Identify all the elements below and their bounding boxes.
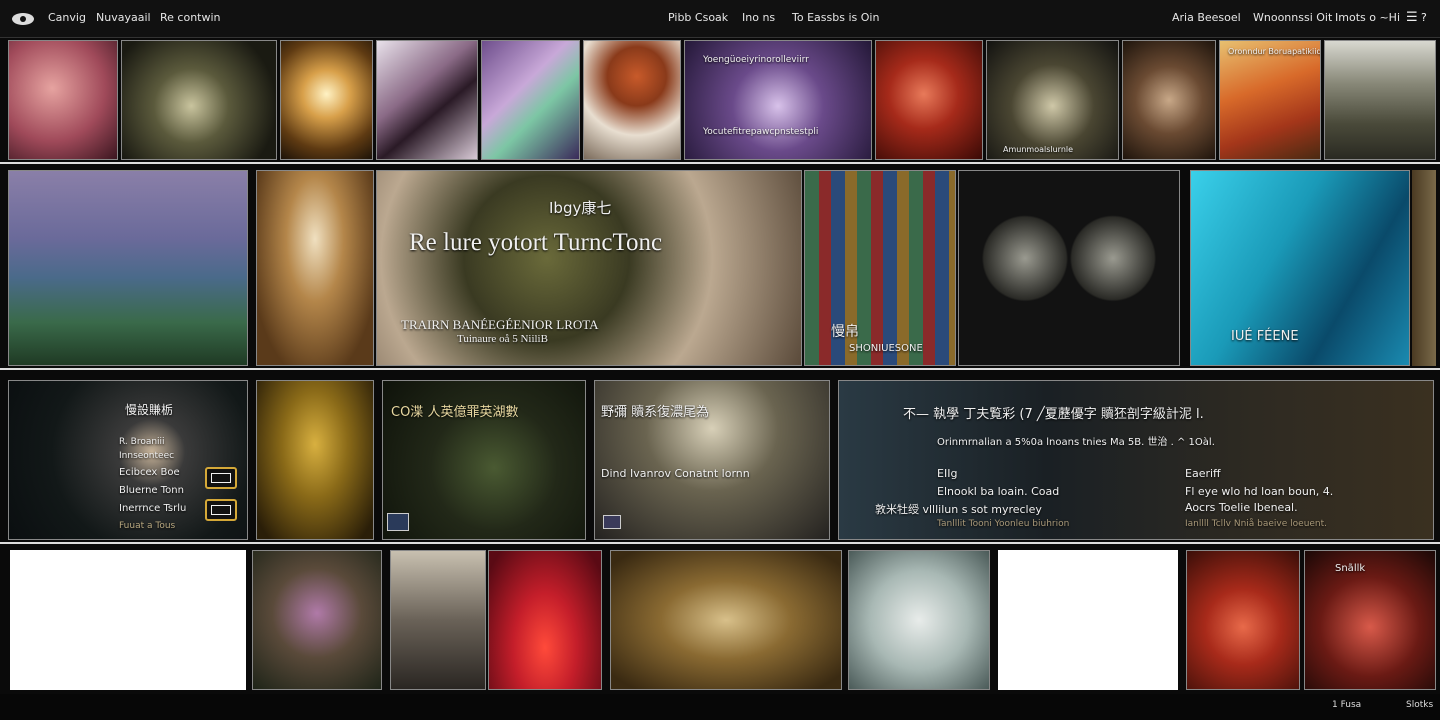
crimson-poster-caption: Oronndur Boruapatikiiqu	[1228, 47, 1321, 56]
thumbnail-violet-collage[interactable]	[481, 40, 580, 160]
thumbnail-golden-trees[interactable]	[610, 550, 842, 690]
nav-link-pibb-csoak[interactable]: Pibb Csoak	[668, 11, 728, 24]
red-temple-caption: Snãllk	[1335, 563, 1366, 574]
thumbnail-desert-light[interactable]	[256, 170, 374, 366]
wide-card-left-line-2: 敦米牡绶 vlllilun s sot myrecley	[875, 503, 1042, 516]
hero-subtitle: TRAIRN BANÉEGÉENIOR LROTA	[401, 317, 599, 332]
card-spiral[interactable]: CO渫 人英億罪英湖數	[382, 380, 586, 540]
top-navigation-bar: Canvig Nuvayaail Re contwin Pibb Csoak I…	[0, 0, 1440, 38]
thumbnail-red-coral[interactable]	[1186, 550, 1300, 690]
wide-card-title: 不— 執學 丁夫覧彩 (7 ╱夏藶優字 贖狉剖字級計泥 l.	[903, 407, 1204, 422]
wide-card-right-head: Eaeriff	[1185, 467, 1221, 480]
nav-link-canvig[interactable]: Canvig	[48, 11, 86, 24]
thumbnail-grey-cave[interactable]	[390, 550, 486, 690]
nav-link-aria-beesoel[interactable]: Aria Beesoel	[1172, 11, 1241, 24]
nav-link-nuvayaail[interactable]: Nuvayaail	[96, 11, 151, 24]
card-night-scene[interactable]: 慢設賺栃 R. Broaniii Innseonteec Ecibcex Boe…	[8, 380, 248, 540]
thumbnail-red-temple[interactable]: Snãllk	[1304, 550, 1436, 690]
menu-icon[interactable]: ☰	[1406, 10, 1418, 25]
footer-link-left[interactable]: 1 Fusa	[1332, 700, 1361, 710]
thumbnail-red-poster[interactable]	[488, 550, 602, 690]
hero-banner[interactable]: Ibgy康七 Re lure yotort TurncTonc TRAIRN B…	[376, 170, 802, 366]
thumbnail-partial-edge[interactable]	[1412, 170, 1436, 366]
cyan-tree-caption: IUÉ FÉENE	[1231, 329, 1299, 344]
wide-card-desc: Orinmrnalian a 5%0a lnoans tnies Ma 5B. …	[937, 437, 1215, 448]
purple-poster-top-caption: Yoengüoeiyrinorolleviirr	[703, 55, 809, 65]
footer-link-right[interactable]: Slotks	[1406, 700, 1433, 710]
thumbnail-strip-bottom: Snãllk	[0, 546, 1440, 694]
night-card-line-6: Fuuat a Tous	[119, 521, 176, 531]
purple-poster-bottom-caption: Yocutefitrepawcpnstestpli	[703, 127, 819, 137]
nav-link-eassbs[interactable]: To Eassbs is Oin	[792, 11, 879, 24]
thumbnail-floral-garden[interactable]	[252, 550, 382, 690]
wide-card-right-line-2: Aocrs Toelie Ibeneal.	[1185, 501, 1298, 514]
thumbnail-crimson-dragon[interactable]	[8, 40, 118, 160]
night-card-title: 慢設賺栃	[125, 403, 174, 417]
night-card-line-1: R. Broaniii	[119, 437, 165, 447]
wide-card-right-line-1: Fl eye wlo hd loan boun, 4.	[1185, 485, 1334, 498]
bookshelf-caption-a: 慢帛	[831, 324, 859, 340]
thumbnail-mechanical-face[interactable]	[958, 170, 1180, 366]
thumbnail-red-creature[interactable]	[875, 40, 983, 160]
thumbnail-misty-forest[interactable]	[8, 170, 248, 366]
wide-card-left-line-1: Elnookl ba loain. Coad	[937, 485, 1060, 498]
wide-card-left-line-3: Tanlllit Tooni Yoonleu biuhrion	[937, 519, 1070, 529]
card-silhouette[interactable]	[256, 380, 374, 540]
hero-tag: Ibgy康七	[549, 199, 612, 217]
thumbnail-cyan-tree[interactable]: IUÉ FÉENE	[1190, 170, 1410, 366]
disc-icon[interactable]	[603, 515, 621, 529]
thumbnail-ink-swirl[interactable]	[376, 40, 478, 160]
thumbnail-purple-poster[interactable]: Yoengüoeiyrinorolleviirr Yocutefitrepawc…	[684, 40, 872, 160]
thumbnail-sepia-figure[interactable]	[1122, 40, 1216, 160]
info-card-row: 慢設賺栃 R. Broaniii Innseonteec Ecibcex Boe…	[0, 372, 1440, 544]
thumbnail-golden-light[interactable]	[280, 40, 373, 160]
card-wide-description[interactable]: 不— 執學 丁夫覧彩 (7 ╱夏藶優字 贖狉剖字級計泥 l. Orinmrnal…	[838, 380, 1434, 540]
thumbnail-bookshelf[interactable]: 慢帛 SHONIUESONE	[804, 170, 956, 366]
nav-link-ino-ns[interactable]: Ino ns	[742, 11, 775, 24]
thumbnail-stormy-landscape[interactable]	[1324, 40, 1436, 160]
thumbnail-crimson-poster[interactable]: Oronndur Boruapatikiiqu	[1219, 40, 1321, 160]
qr-icon[interactable]	[205, 467, 237, 489]
wide-card-left-head: EIIg	[937, 467, 958, 480]
night-card-line-5: Inerrnce Tsrlu	[119, 503, 187, 514]
qr-icon-secondary[interactable]	[205, 499, 237, 521]
thumbnail-crow-branch[interactable]	[848, 550, 990, 690]
hero-title: Re lure yotort TurncTonc	[409, 229, 663, 256]
nav-link-imots[interactable]: Imots o ~Hi	[1335, 11, 1400, 24]
logo-icon[interactable]	[10, 11, 36, 27]
thumbnail-dark-city[interactable]: Amunmoalslurnle	[986, 40, 1119, 160]
thumbnail-blank-2[interactable]	[998, 550, 1178, 690]
nav-link-wnoonnssi[interactable]: Wnoonnssi Oit	[1253, 11, 1332, 24]
bottom-bar: 1 Fusa Slotks	[0, 694, 1440, 720]
hero-subline: Tuinaure oå 5 NiiliB	[457, 333, 548, 345]
featured-row: Ibgy康七 Re lure yotort TurncTonc TRAIRN B…	[0, 166, 1440, 370]
spiral-card-title: CO渫 人英億罪英湖數	[391, 405, 519, 420]
help-icon[interactable]: ?	[1421, 11, 1427, 24]
bookshelf-caption-b: SHONIUESONE	[849, 343, 923, 354]
night-card-line-3: Ecibcex Boe	[119, 467, 180, 478]
thumbnail-blank-1[interactable]	[10, 550, 246, 690]
thumbnail-ornate-relief[interactable]	[121, 40, 277, 160]
card-vinyl[interactable]: 野彌 贖系復濃尾為 Dind Ivanrov Conatnt lornn	[594, 380, 830, 540]
night-card-line-2: Innseonteec	[119, 451, 175, 461]
nav-link-recontwin[interactable]: Re contwin	[160, 11, 221, 24]
thumbnail-strip-top: Yoengüoeiyrinorolleviirr Yocutefitrepawc…	[0, 38, 1440, 164]
vinyl-card-subtitle: Dind Ivanrov Conatnt lornn	[601, 467, 750, 480]
wide-card-right-line-3: Ianllll Tcllv Nniå baeive loeuent.	[1185, 519, 1328, 529]
thumbnail-red-tree[interactable]	[583, 40, 681, 160]
vinyl-card-title: 野彌 贖系復濃尾為	[601, 405, 710, 420]
night-card-line-4: Bluerne Tonn	[119, 485, 184, 496]
dark-city-caption: Amunmoalslurnle	[1003, 145, 1074, 154]
calendar-icon[interactable]	[387, 513, 409, 531]
